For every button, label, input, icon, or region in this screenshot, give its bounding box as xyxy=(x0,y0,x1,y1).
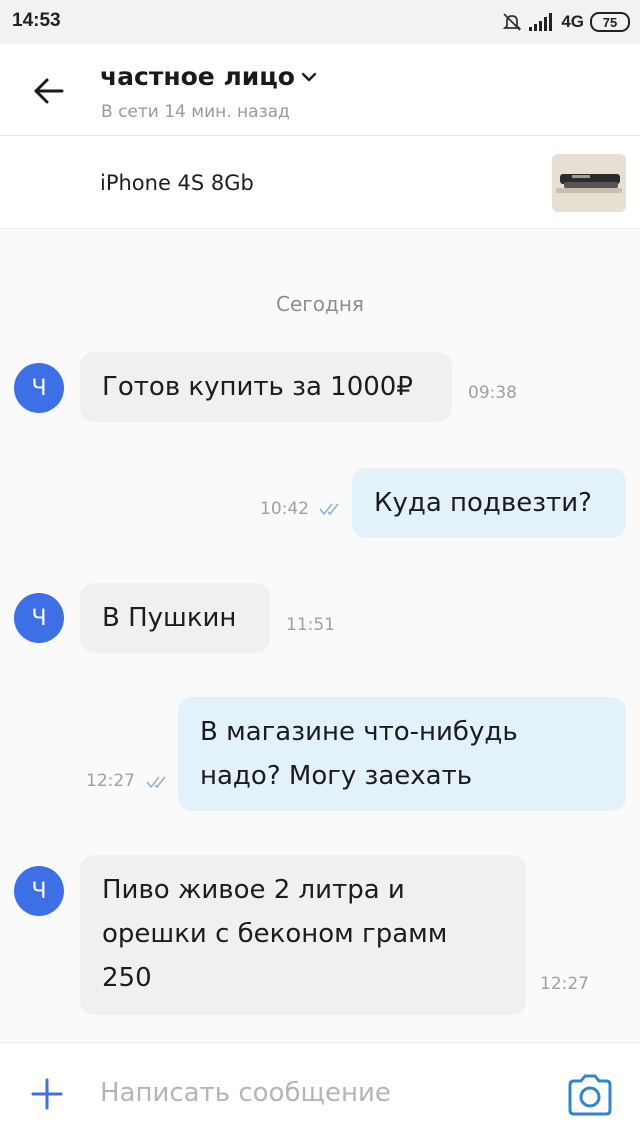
network-type: 4G xyxy=(561,12,584,31)
contact-name-button[interactable]: частное лицо xyxy=(100,62,317,91)
sender-avatar[interactable]: Ч xyxy=(14,363,64,413)
message-input[interactable] xyxy=(100,1069,530,1117)
contact-name: частное лицо xyxy=(100,62,295,91)
back-arrow-icon[interactable] xyxy=(32,74,66,108)
message-composer xyxy=(0,1042,640,1138)
message-text-line: В магазине что-нибудь xyxy=(200,717,518,747)
incoming-message[interactable]: Готов купить за 1000₽ xyxy=(80,352,452,422)
phone-photo-image xyxy=(552,154,626,212)
incoming-message[interactable]: В Пушкин xyxy=(80,583,270,653)
message-text-line: 250 xyxy=(102,963,152,993)
message-text: Куда подвезти? xyxy=(374,488,592,518)
plus-icon[interactable] xyxy=(30,1077,64,1111)
date-separator: Сегодня xyxy=(276,292,364,316)
message-text-line: орешки с беконом грамм xyxy=(102,919,448,949)
message-time: 10:42 xyxy=(260,499,309,519)
sender-avatar[interactable]: Ч xyxy=(14,866,64,916)
double-check-icon xyxy=(146,776,166,789)
message-text-line: надо? Могу заехать xyxy=(200,761,473,791)
double-check-icon xyxy=(319,503,339,516)
status-icons: 4G 75 xyxy=(495,9,630,35)
status-bar: 14:53 4G 75 xyxy=(0,0,640,44)
chat-screen: 14:53 4G 75 частное лицо В сети 14 мин. … xyxy=(0,0,640,1138)
mute-icon xyxy=(503,13,522,31)
message-time: 11:51 xyxy=(286,615,335,635)
last-seen-status: В сети 14 мин. назад xyxy=(101,102,290,122)
outgoing-message[interactable]: В магазине что-нибудь надо? Могу заехать xyxy=(178,697,626,811)
message-text: Готов купить за 1000₽ xyxy=(102,372,413,402)
signal-icon xyxy=(529,13,553,31)
incoming-message[interactable]: Пиво живое 2 литра и орешки с беконом гр… xyxy=(80,855,526,1015)
battery-level: 75 xyxy=(602,14,618,30)
chat-header: частное лицо В сети 14 мин. назад xyxy=(0,44,640,136)
message-time: 12:27 xyxy=(540,974,589,994)
listing-photo[interactable] xyxy=(552,154,626,212)
camera-icon[interactable] xyxy=(566,1073,614,1117)
message-text: В Пушкин xyxy=(102,603,237,633)
message-list[interactable]: Сегодня Ч Готов купить за 1000₽ 09:38 10… xyxy=(0,230,640,1040)
listing-preview[interactable]: iPhone 4S 8Gb xyxy=(0,137,640,229)
listing-title: iPhone 4S 8Gb xyxy=(100,171,254,195)
message-time: 12:27 xyxy=(86,771,135,791)
outgoing-message[interactable]: Куда подвезти? xyxy=(352,468,626,538)
battery-indicator: 75 xyxy=(590,12,630,32)
sender-avatar[interactable]: Ч xyxy=(14,593,64,643)
message-text-line: Пиво живое 2 литра и xyxy=(102,875,405,905)
message-time: 09:38 xyxy=(468,383,517,403)
status-time: 14:53 xyxy=(12,10,61,31)
chevron-down-icon xyxy=(301,72,317,81)
